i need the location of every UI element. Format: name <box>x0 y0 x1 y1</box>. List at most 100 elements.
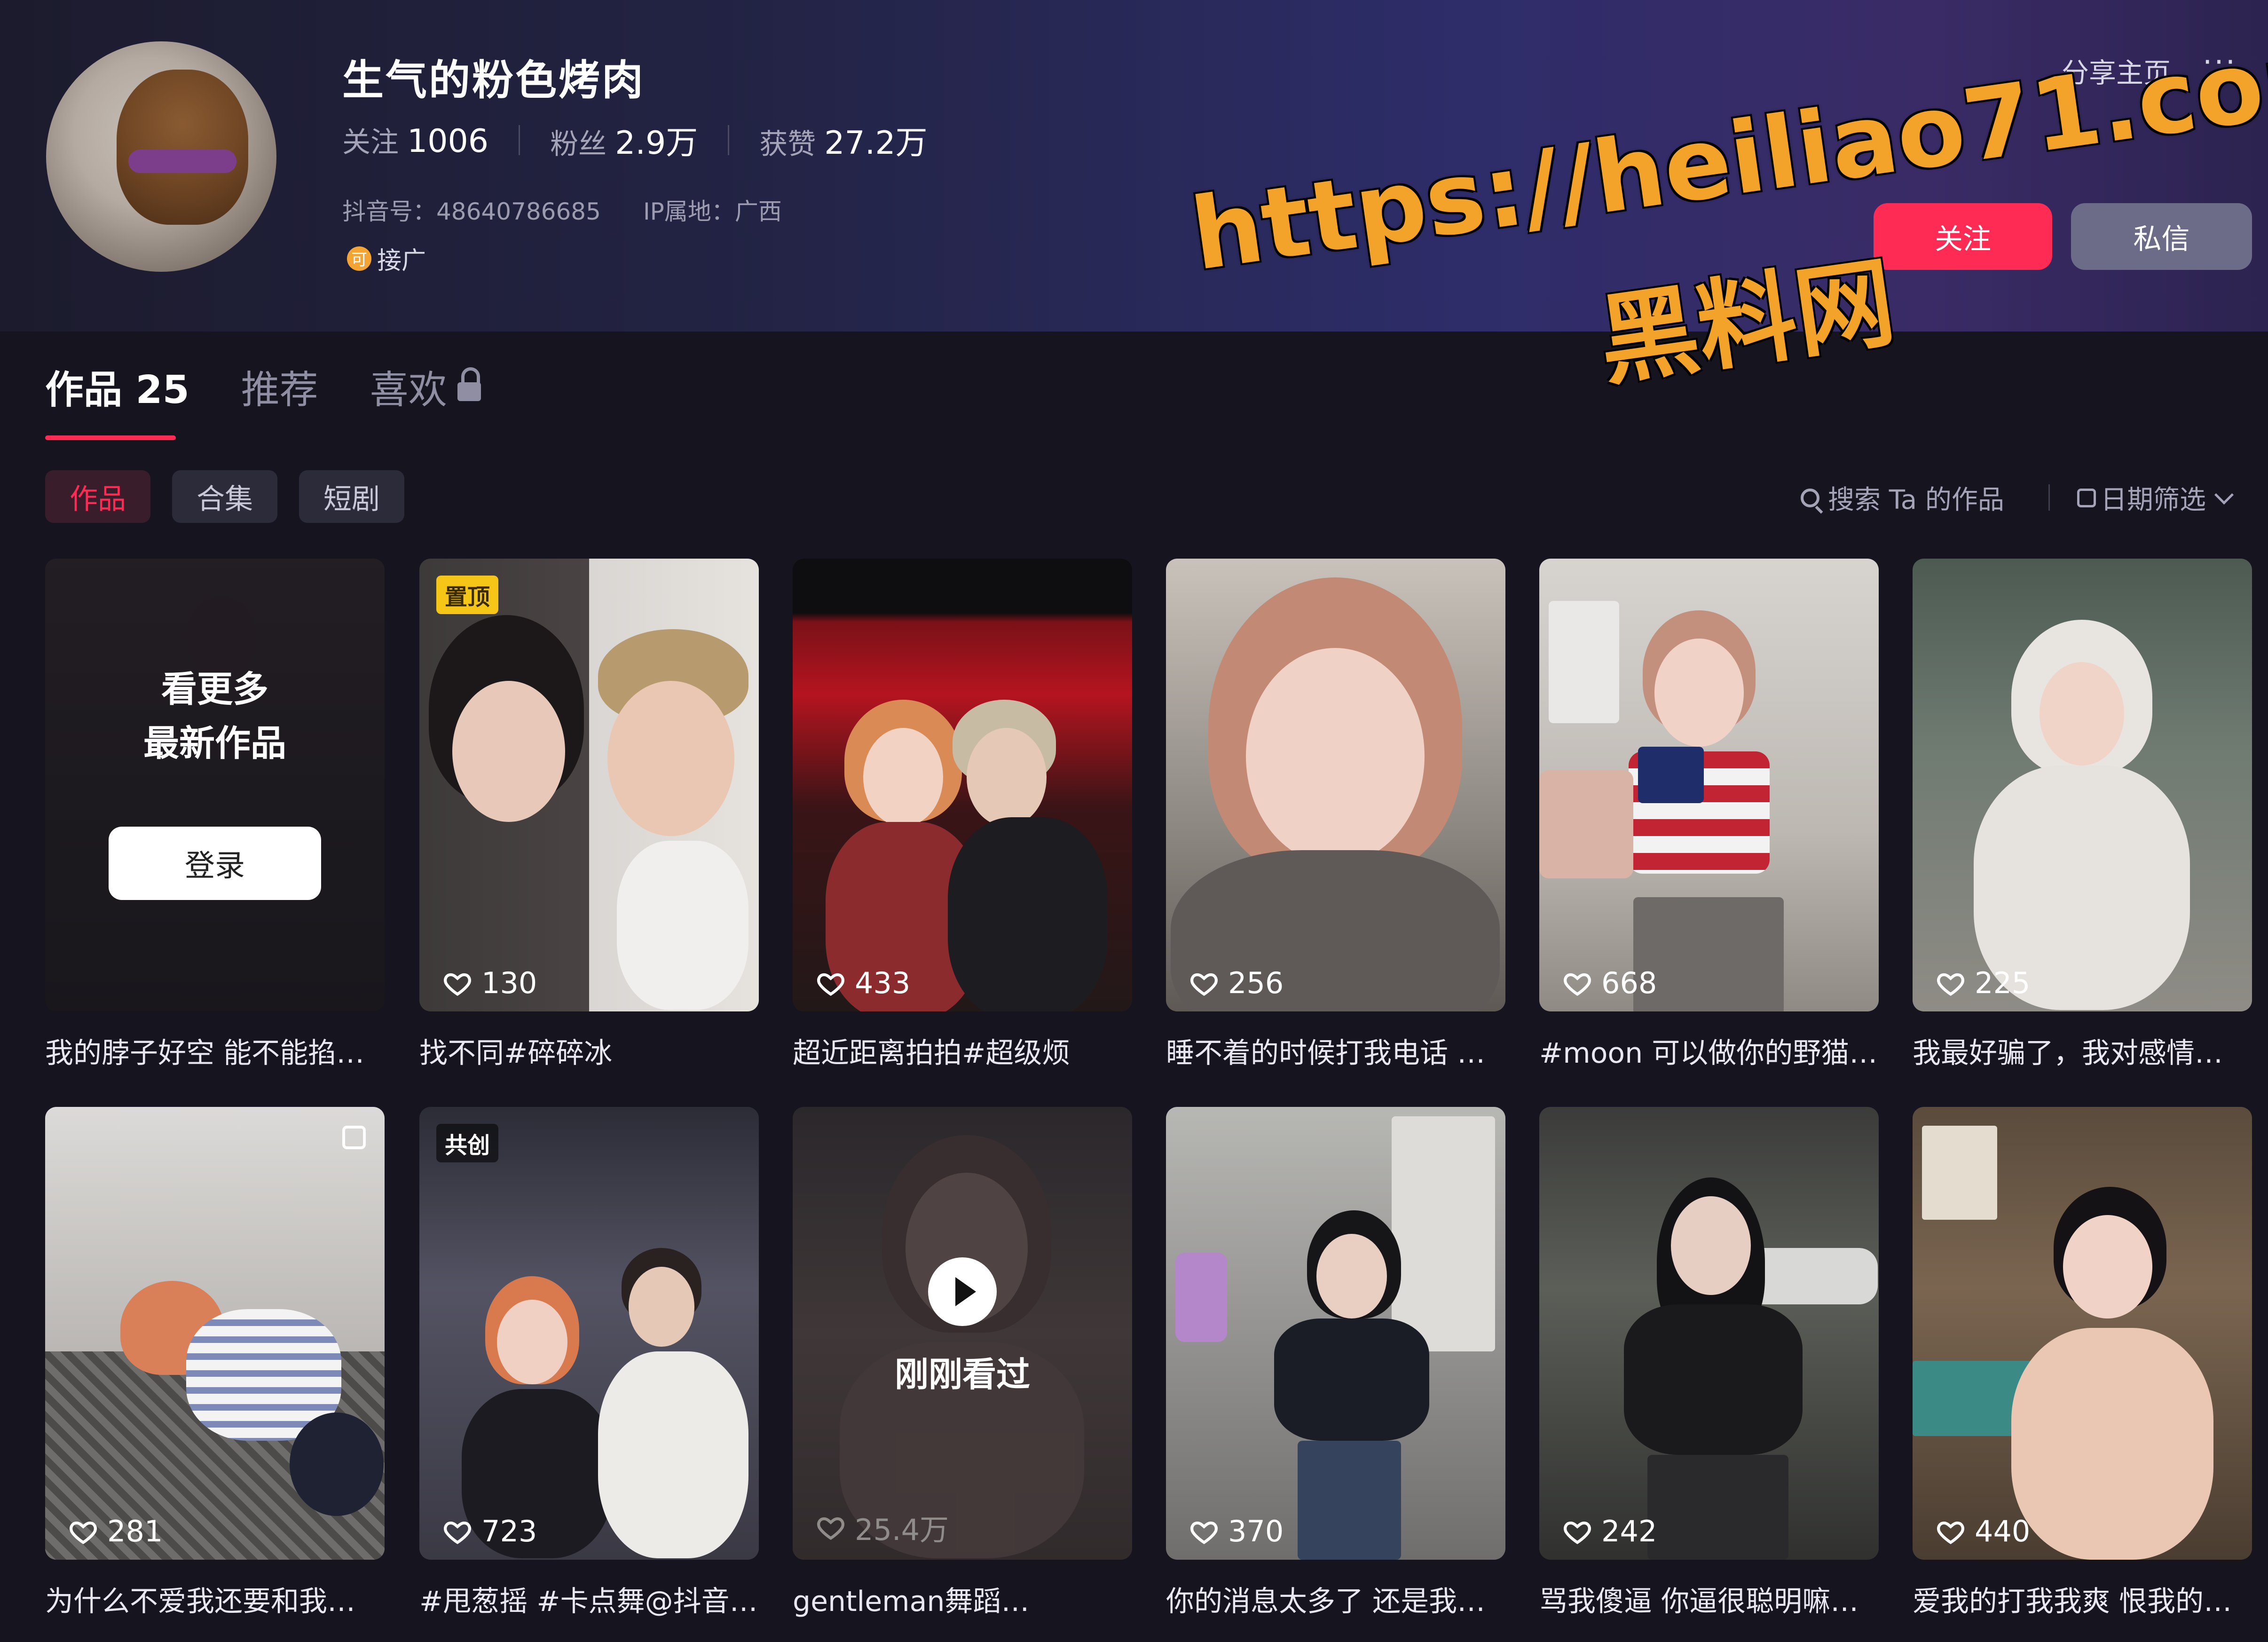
video-caption[interactable]: 睡不着的时候打我电话 … <box>1166 1030 1505 1071</box>
stat-value: 1006 <box>407 123 489 160</box>
calendar-icon <box>2077 488 2096 507</box>
video-card[interactable]: 668 #moon 可以做你的野猫… <box>1539 559 1879 1071</box>
heart-icon <box>444 1521 471 1544</box>
video-card[interactable]: 看更多 最新作品 登录 我的脖子好空 能不能掐… <box>45 559 385 1071</box>
like-count: 668 <box>1563 966 1657 1000</box>
like-count: 242 <box>1563 1514 1657 1548</box>
message-button[interactable]: 私信 <box>2071 203 2252 270</box>
recently-watched-overlay: 刚刚看过 <box>793 1107 1132 1560</box>
video-card[interactable]: 370 你的消息太多了 还是我… <box>1166 1107 1505 1619</box>
video-card[interactable]: 440 爱我的打我我爽 恨我的… <box>1913 1107 2252 1619</box>
profile-nickname: 生气的粉色烤肉 <box>342 56 646 104</box>
video-card[interactable]: 225 我最好骗了，我对感情… <box>1913 559 2252 1071</box>
tab-label: 喜欢 <box>370 368 447 412</box>
heart-icon <box>444 973 471 996</box>
search-works-button[interactable]: 搜索 Ta 的作品 <box>1801 479 2004 517</box>
pinned-badge: 置顶 <box>436 576 499 614</box>
profile-page: 生气的粉色烤肉 关注 1006 粉丝 2.9万 获赞 27.2万 抖音号：486… <box>0 0 2268 1642</box>
like-count: 281 <box>69 1514 163 1548</box>
like-count-value: 433 <box>855 966 911 1000</box>
profile-stats: 关注 1006 粉丝 2.9万 获赞 27.2万 <box>342 117 928 163</box>
like-count-value: 256 <box>1228 966 1284 1000</box>
like-count: 130 <box>443 966 537 1000</box>
tab-label: 推荐 <box>241 368 318 412</box>
heart-icon <box>1937 1521 1964 1544</box>
stat-following[interactable]: 关注 1006 <box>342 119 488 160</box>
chip-works[interactable]: 作品 <box>45 470 150 523</box>
multi-image-icon <box>342 1126 366 1149</box>
video-thumbnail[interactable]: 242 <box>1539 1107 1879 1560</box>
video-caption[interactable]: 为什么不爱我还要和我… <box>45 1579 385 1619</box>
ad-tag[interactable]: 可 接广 <box>347 241 426 276</box>
ad-label: 接广 <box>377 247 426 275</box>
like-count: 440 <box>1936 1514 2030 1548</box>
play-icon[interactable] <box>928 1257 997 1326</box>
video-thumbnail[interactable]: 置顶 130 <box>419 559 759 1011</box>
video-thumbnail[interactable]: 225 <box>1913 559 2252 1011</box>
login-prompt-line: 最新作品 <box>143 722 286 764</box>
heart-icon <box>70 1521 97 1544</box>
tab-label: 作品 25 <box>45 368 189 412</box>
chip-short-drama[interactable]: 短剧 <box>299 470 404 523</box>
avatar[interactable] <box>46 41 276 272</box>
video-thumbnail[interactable]: 256 <box>1166 559 1505 1011</box>
video-card[interactable]: 置顶 130 找不同#碎碎冰 <box>419 559 759 1071</box>
video-thumbnail[interactable]: 共创 723 <box>419 1107 759 1560</box>
video-thumbnail[interactable]: 281 <box>45 1107 385 1560</box>
video-caption[interactable]: #moon 可以做你的野猫… <box>1539 1030 1879 1071</box>
stat-label: 粉丝 <box>550 128 607 161</box>
stat-followers[interactable]: 粉丝 2.9万 <box>550 117 698 163</box>
douyin-id: 抖音号：48640786685 <box>342 198 601 225</box>
video-caption[interactable]: gentleman舞蹈… <box>793 1579 1132 1619</box>
video-card[interactable]: 刚刚看过 25.4万 gentleman舞蹈… <box>793 1107 1132 1619</box>
like-count: 225 <box>1936 966 2030 1000</box>
login-button[interactable]: 登录 <box>109 827 321 900</box>
video-card[interactable]: 242 骂我傻逼 你逼很聪明嘛… <box>1539 1107 1879 1619</box>
like-count: 256 <box>1189 966 1284 1000</box>
video-card[interactable]: 256 睡不着的时候打我电话 … <box>1166 559 1505 1071</box>
tab-liked[interactable]: 喜欢 <box>370 358 481 414</box>
follow-button[interactable]: 关注 <box>1874 203 2052 270</box>
video-caption[interactable]: 找不同#碎碎冰 <box>419 1030 759 1071</box>
video-card[interactable]: 281 为什么不爱我还要和我… <box>45 1107 385 1619</box>
active-tab-indicator <box>45 435 176 440</box>
video-thumbnail[interactable]: 刚刚看过 25.4万 <box>793 1107 1132 1560</box>
heart-icon <box>1564 1521 1591 1544</box>
chip-collections[interactable]: 合集 <box>172 470 277 523</box>
stat-divider <box>728 125 730 155</box>
video-caption[interactable]: 我最好骗了，我对感情… <box>1913 1030 2252 1071</box>
like-count-value: 25.4万 <box>855 1513 949 1547</box>
like-count-value: 370 <box>1228 1514 1284 1548</box>
chevron-down-icon <box>2214 485 2234 505</box>
tab-recommend[interactable]: 推荐 <box>241 358 318 414</box>
video-card[interactable]: 共创 723 #甩葱摇 #卡点舞@抖音… <box>419 1107 759 1619</box>
video-caption[interactable]: #甩葱摇 #卡点舞@抖音… <box>419 1579 759 1619</box>
video-thumbnail[interactable]: 433 <box>793 559 1132 1011</box>
avatar-dog-image <box>117 70 248 225</box>
tab-works[interactable]: 作品 25 <box>45 358 189 414</box>
video-thumbnail[interactable]: 看更多 最新作品 登录 <box>45 559 385 1011</box>
lock-icon <box>457 367 481 401</box>
video-caption[interactable]: 骂我傻逼 你逼很聪明嘛… <box>1539 1579 1879 1619</box>
video-caption[interactable]: 超近距离拍拍#超级烦 <box>793 1030 1132 1071</box>
stat-value: 2.9万 <box>615 125 698 162</box>
video-caption[interactable]: 我的脖子好空 能不能掐… <box>45 1030 385 1071</box>
filter-divider <box>2048 484 2050 511</box>
date-filter-dropdown[interactable]: 日期筛选 <box>2077 479 2234 517</box>
like-count-value: 225 <box>1975 966 2031 1000</box>
video-thumbnail[interactable]: 668 <box>1539 559 1879 1011</box>
like-count: 433 <box>816 966 910 1000</box>
login-overlay: 看更多 最新作品 登录 <box>45 559 385 1011</box>
video-thumbnail[interactable]: 440 <box>1913 1107 2252 1560</box>
like-count-value: 668 <box>1601 966 1657 1000</box>
heart-icon <box>1937 973 1964 996</box>
login-prompt: 看更多 最新作品 <box>143 662 286 770</box>
video-card[interactable]: 433 超近距离拍拍#超级烦 <box>793 559 1132 1071</box>
profile-meta: 抖音号：48640786685 IP属地：广西 <box>342 193 782 227</box>
video-thumbnail[interactable]: 370 <box>1166 1107 1505 1560</box>
heart-icon <box>1564 973 1591 996</box>
search-icon <box>1801 488 1819 507</box>
watched-label: 刚刚看过 <box>894 1355 1030 1394</box>
video-caption[interactable]: 爱我的打我我爽 恨我的… <box>1913 1579 2252 1619</box>
video-caption[interactable]: 你的消息太多了 还是我… <box>1166 1579 1505 1619</box>
